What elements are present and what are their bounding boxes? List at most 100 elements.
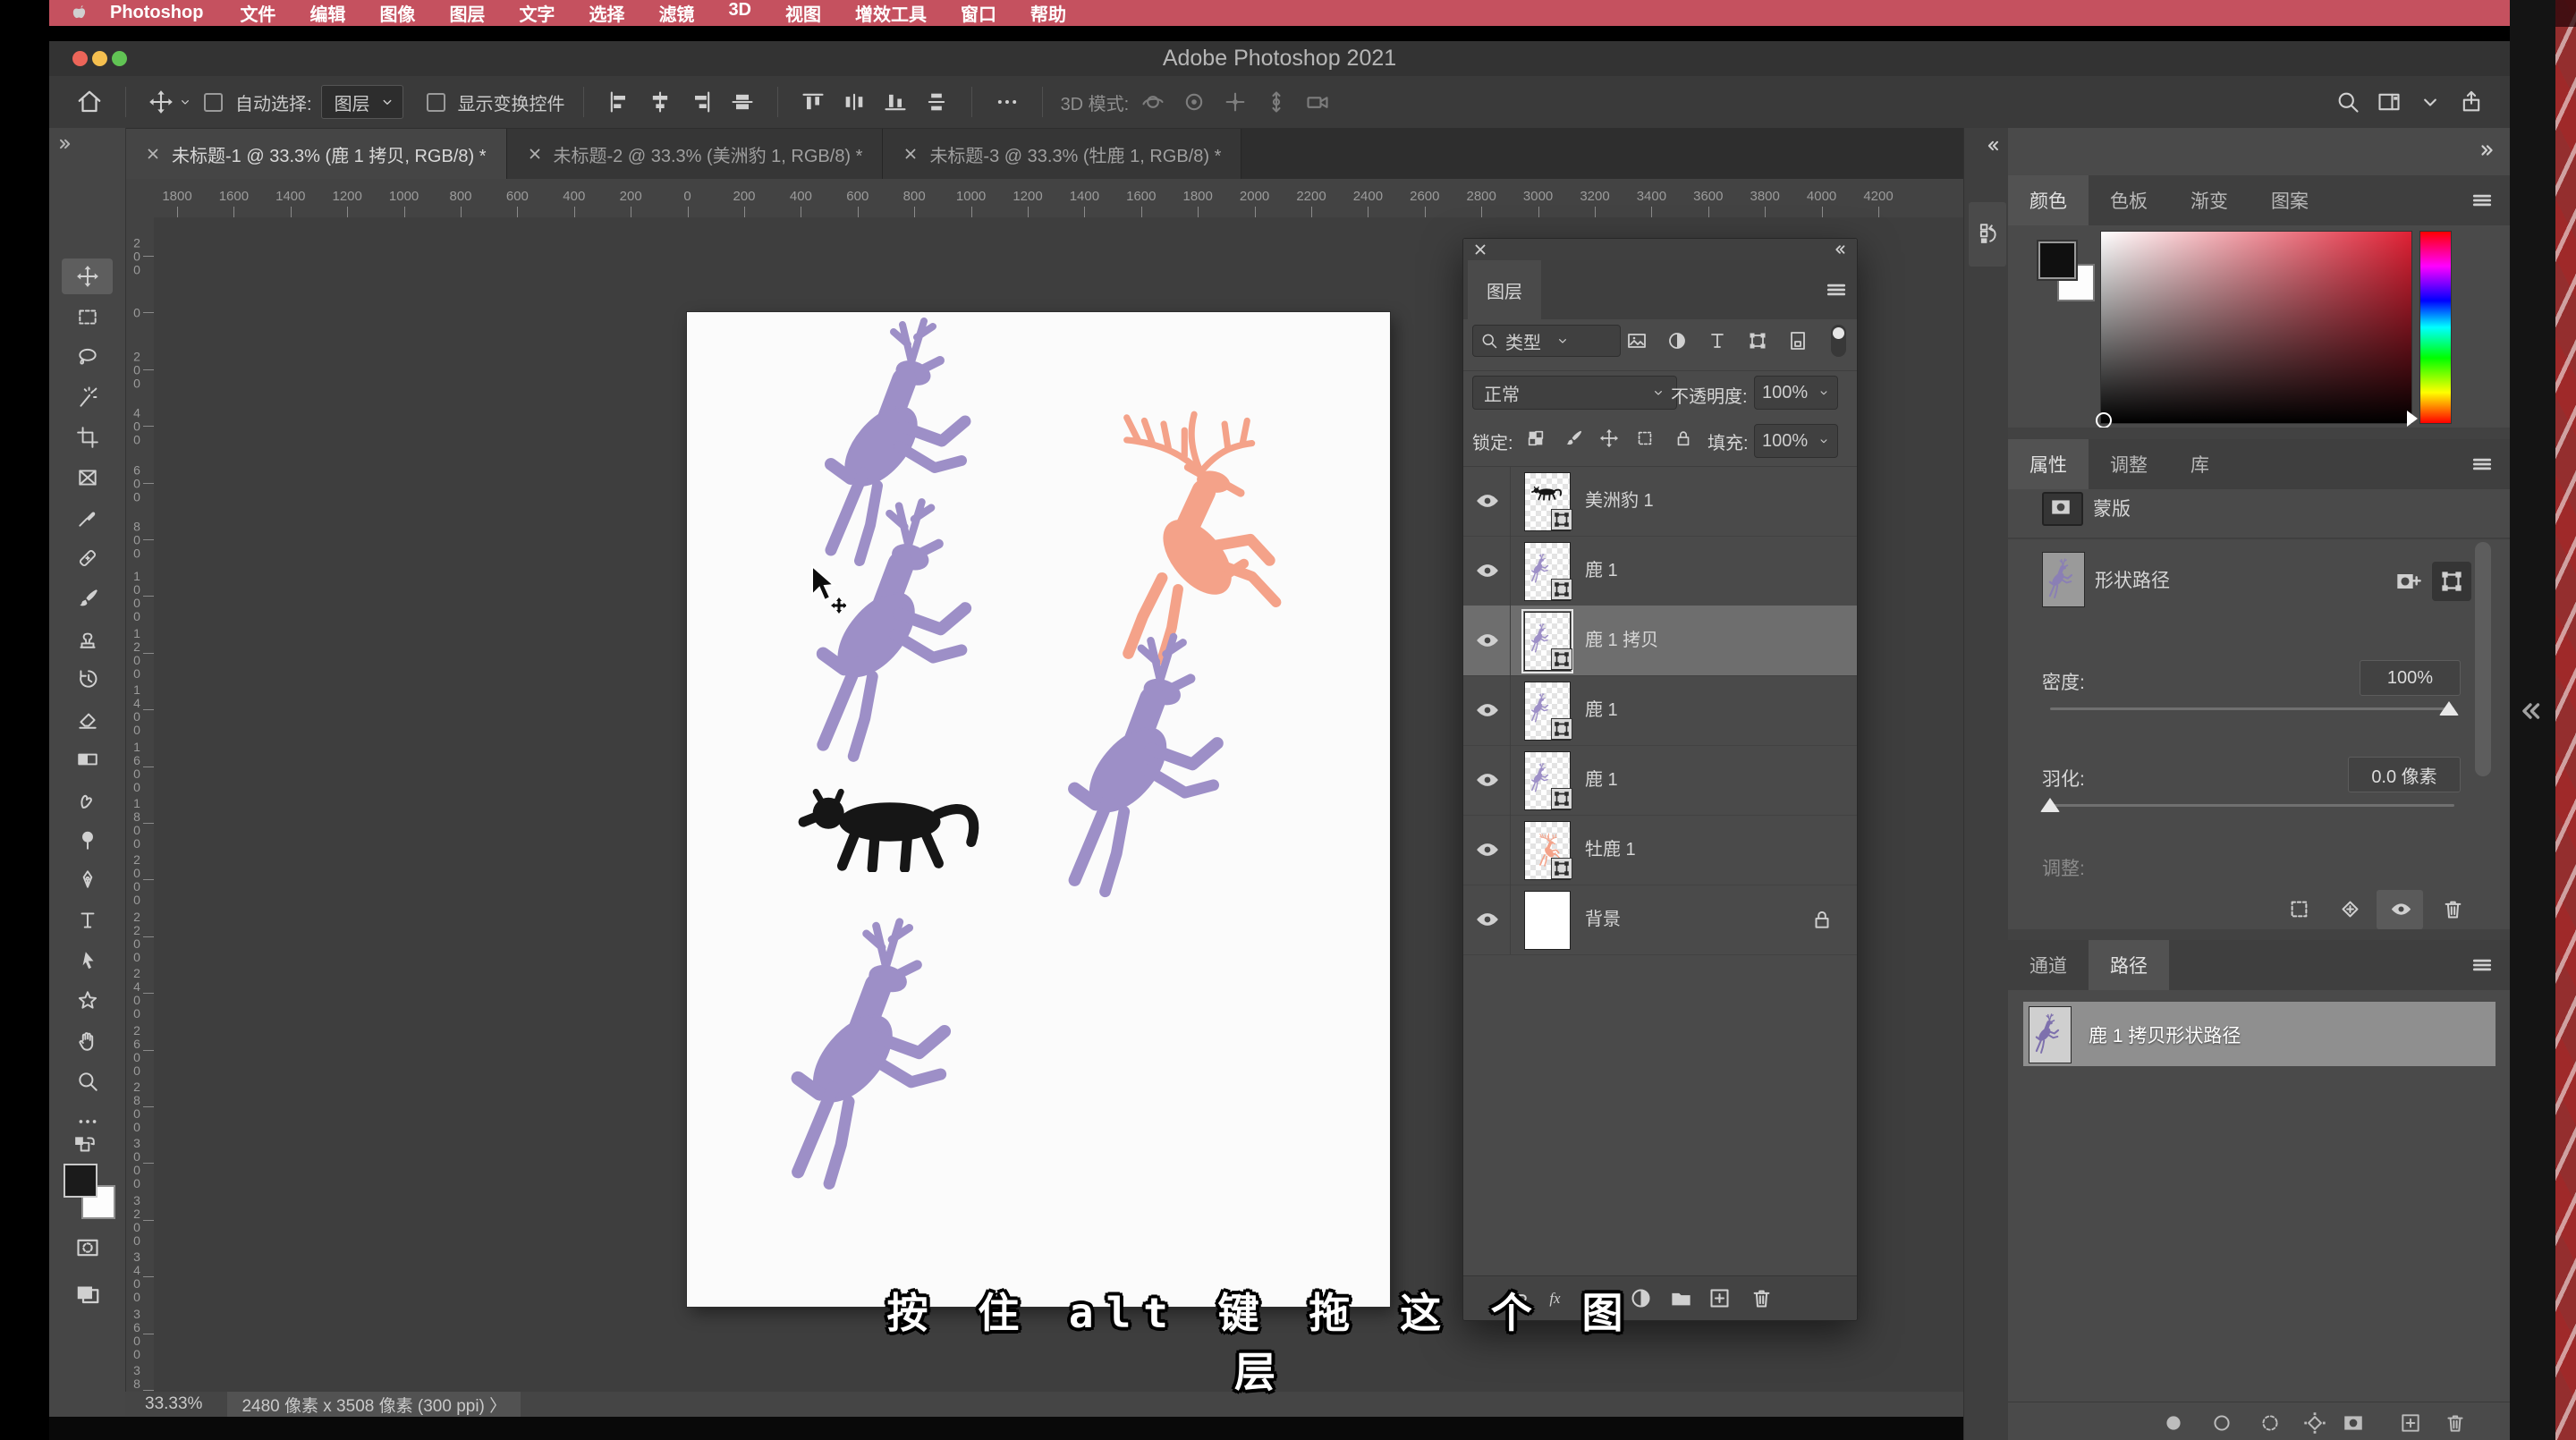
distribute-h-icon[interactable]	[842, 89, 867, 114]
eraser-tool[interactable]	[62, 701, 113, 737]
clip-mask-icon[interactable]	[2338, 897, 2362, 921]
menu-item[interactable]: 增效工具	[838, 0, 944, 26]
shape-filter-icon[interactable]	[1747, 330, 1768, 352]
layers-panel-header[interactable]	[1463, 239, 1857, 260]
clone-stamp-tool[interactable]	[62, 621, 113, 656]
expand-dock-icon[interactable]	[1984, 137, 2002, 155]
smudge-tool[interactable]	[62, 782, 113, 817]
chevron-down-icon[interactable]	[2418, 89, 2443, 114]
delete-icon[interactable]	[2441, 897, 2465, 921]
visibility-eye-icon[interactable]	[1474, 697, 1501, 724]
frame-tool[interactable]	[62, 460, 113, 496]
collapse-panel-icon[interactable]	[1832, 241, 1848, 258]
zoom-window-button[interactable]	[112, 51, 127, 66]
workspace-icon[interactable]	[2377, 89, 2402, 114]
more-options-icon[interactable]	[995, 89, 1020, 114]
tab-渐变[interactable]: 渐变	[2169, 175, 2250, 225]
marquee-tool[interactable]	[62, 299, 113, 335]
vector-mask-button[interactable]	[2432, 562, 2471, 601]
auto-select-checkbox[interactable]	[204, 93, 223, 112]
layer-row[interactable]: 鹿 1	[1463, 536, 1857, 606]
close-window-button[interactable]	[72, 51, 88, 66]
visibility-eye-icon[interactable]	[1474, 557, 1501, 584]
filter-toggle[interactable]	[1831, 325, 1846, 357]
apple-icon[interactable]	[69, 3, 90, 24]
menu-item[interactable]: 视图	[768, 0, 838, 26]
menu-app-name[interactable]: Photoshop	[90, 3, 223, 23]
visibility-eye-icon[interactable]	[1474, 487, 1501, 514]
visibility-eye-icon[interactable]	[1474, 767, 1501, 793]
hand-tool[interactable]	[62, 1023, 113, 1059]
distribute-v-icon[interactable]	[924, 89, 949, 114]
lock-all-icon[interactable]	[1674, 428, 1693, 448]
visibility-icon[interactable]	[2389, 897, 2413, 921]
close-tab-icon[interactable]	[145, 146, 161, 162]
work-path-icon[interactable]	[2303, 1411, 2326, 1435]
tab-色板[interactable]: 色板	[2089, 175, 2169, 225]
slide-3d-icon[interactable]	[1264, 89, 1289, 114]
layer-name[interactable]: 鹿 1	[1585, 745, 1618, 815]
tab-通道[interactable]: 通道	[2008, 940, 2089, 990]
tab-路径[interactable]: 路径	[2089, 940, 2169, 990]
foreground-swatch[interactable]	[64, 1164, 97, 1198]
layer-name[interactable]: 鹿 1	[1585, 675, 1618, 745]
layer-name[interactable]: 鹿 1	[1585, 536, 1618, 606]
opacity-value[interactable]: 100%	[1754, 376, 1838, 410]
type-filter-icon[interactable]	[1707, 330, 1728, 352]
home-icon[interactable]	[76, 89, 103, 115]
mask-from-path-icon[interactable]	[2342, 1411, 2365, 1435]
history-brush-tool[interactable]	[62, 661, 113, 697]
move-tool-icon[interactable]	[148, 89, 174, 114]
magic-wand-tool[interactable]	[62, 379, 113, 415]
pan-3d-icon[interactable]	[1223, 89, 1248, 114]
layer-row[interactable]: 美洲豹 1	[1463, 466, 1857, 537]
horizontal-ruler[interactable]: 1800160014001200100080060040020002004006…	[125, 179, 1963, 218]
menu-item[interactable]: 滤镜	[641, 0, 711, 26]
minimize-window-button[interactable]	[92, 51, 107, 66]
layer-name[interactable]: 背景	[1585, 885, 1621, 954]
close-tab-icon[interactable]	[527, 146, 543, 162]
tab-调整[interactable]: 调整	[2089, 439, 2169, 489]
color-marker[interactable]	[2096, 412, 2112, 428]
type-tool[interactable]	[62, 902, 113, 938]
align-top-icon[interactable]	[801, 89, 826, 114]
share-icon[interactable]	[2459, 89, 2484, 114]
delete-icon[interactable]	[1750, 1286, 1774, 1310]
density-slider[interactable]	[2050, 707, 2454, 710]
filter-type-dropdown[interactable]: 类型	[1472, 325, 1621, 357]
visibility-eye-icon[interactable]	[1474, 627, 1501, 654]
align-right-icon[interactable]	[689, 89, 714, 114]
more-tool[interactable]	[62, 1104, 113, 1139]
feather-slider-thumb[interactable]	[2040, 798, 2060, 812]
document-info[interactable]: 2480 像素 x 3508 像素 (300 ppi) 〉	[227, 1392, 521, 1418]
brush-tool[interactable]	[62, 580, 113, 616]
hue-marker[interactable]	[2407, 411, 2418, 427]
document-tab[interactable]: 未标题-2 @ 33.3% (美洲豹 1, RGB/8) *	[507, 129, 884, 179]
crop-tool[interactable]	[62, 419, 113, 455]
pixel-layer-filter-icon[interactable]	[1626, 330, 1648, 352]
layer-name[interactable]: 美洲豹 1	[1585, 466, 1654, 536]
delete-icon[interactable]	[2444, 1411, 2467, 1435]
smart-object-filter-icon[interactable]	[1787, 330, 1809, 352]
align-left-icon[interactable]	[606, 89, 631, 114]
zoom-level[interactable]: 33.33%	[145, 1394, 202, 1414]
tab-库[interactable]: 库	[2169, 439, 2231, 489]
dodge-tool[interactable]	[62, 822, 113, 858]
menu-item[interactable]: 图层	[432, 0, 502, 26]
group-icon[interactable]	[1669, 1286, 1693, 1310]
layer-row[interactable]: 鹿 1	[1463, 745, 1857, 816]
history-panel-button[interactable]	[1969, 202, 2006, 267]
align-bottom-icon[interactable]	[883, 89, 908, 114]
vertical-ruler[interactable]: 2000200400600800100012001400160018002000…	[125, 217, 155, 1392]
collapse-dock-icon[interactable]	[2478, 140, 2497, 160]
tab-图案[interactable]: 图案	[2250, 175, 2330, 225]
path-selection-tool[interactable]	[62, 943, 113, 978]
close-icon[interactable]	[1472, 241, 1488, 258]
document-tab[interactable]: 未标题-1 @ 33.3% (鹿 1 拷贝, RGB/8) *	[125, 129, 507, 179]
adjustment-filter-icon[interactable]	[1666, 330, 1688, 352]
blend-mode-dropdown[interactable]: 正常	[1472, 376, 1677, 410]
panther-shape[interactable]	[775, 772, 1000, 872]
panel-menu-icon[interactable]	[2470, 953, 2494, 977]
menu-item[interactable]: 选择	[572, 0, 641, 26]
gradient-tool[interactable]	[62, 741, 113, 777]
